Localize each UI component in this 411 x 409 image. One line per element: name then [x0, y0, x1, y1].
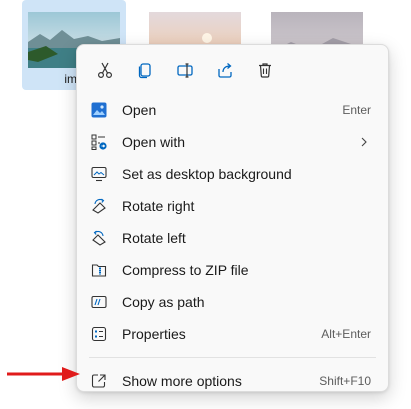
copy-button[interactable]: [125, 53, 165, 87]
delete-button[interactable]: [245, 53, 285, 87]
zip-icon: [90, 261, 108, 279]
menu-item-label: Compress to ZIP file: [122, 262, 249, 278]
desktop-background-icon: [90, 165, 108, 183]
copy-path-icon: [90, 293, 108, 311]
annotation-arrow-icon: [7, 367, 80, 381]
menu-item-label: Show more options: [122, 373, 242, 389]
quick-actions-bar: [85, 53, 285, 87]
menu-item-open-with[interactable]: Open with: [82, 126, 383, 158]
menu-item-label: Rotate left: [122, 230, 186, 246]
menu-item-label: Open: [122, 102, 157, 118]
menu-item-label: Rotate right: [122, 198, 195, 214]
menu-item-copy-as-path[interactable]: Copy as path: [82, 286, 383, 318]
rename-icon: [177, 63, 193, 78]
copy-icon: [138, 63, 151, 79]
menu-item-show-more-options[interactable]: Show more options Shift+F10: [82, 365, 383, 397]
menu-item-properties[interactable]: Properties Alt+Enter: [82, 318, 383, 350]
menu-item-rotate-left[interactable]: Rotate left: [82, 222, 383, 254]
menu-list: Open Enter Open with Set as desktop back…: [77, 94, 388, 397]
menu-item-compress-zip[interactable]: Compress to ZIP file: [82, 254, 383, 286]
show-more-icon: [90, 372, 108, 390]
menu-item-shortcut: Shift+F10: [319, 374, 371, 388]
delete-icon: [259, 63, 271, 78]
menu-item-rotate-right[interactable]: Rotate right: [82, 190, 383, 222]
cut-button[interactable]: [85, 53, 125, 87]
rotate-right-icon: [90, 197, 108, 215]
menu-item-label: Copy as path: [122, 294, 205, 310]
menu-item-set-desktop-background[interactable]: Set as desktop background: [82, 158, 383, 190]
chevron-right-icon: [359, 137, 369, 147]
share-icon: [218, 63, 232, 78]
menu-item-label: Open with: [122, 134, 186, 150]
open-with-icon: [90, 133, 108, 151]
menu-item-label: Properties: [122, 326, 186, 342]
menu-item-shortcut: Alt+Enter: [321, 327, 371, 341]
menu-item-open[interactable]: Open Enter: [82, 94, 383, 126]
menu-separator: [89, 357, 376, 358]
menu-item-shortcut: Enter: [342, 103, 371, 117]
cut-icon: [97, 62, 113, 79]
properties-icon: [90, 325, 108, 343]
photos-app-icon: [90, 101, 108, 119]
rotate-left-icon: [90, 229, 108, 247]
share-button[interactable]: [205, 53, 245, 87]
rename-button[interactable]: [165, 53, 205, 87]
menu-item-label: Set as desktop background: [122, 166, 292, 182]
context-menu: Open Enter Open with Set as desktop back…: [76, 44, 389, 392]
